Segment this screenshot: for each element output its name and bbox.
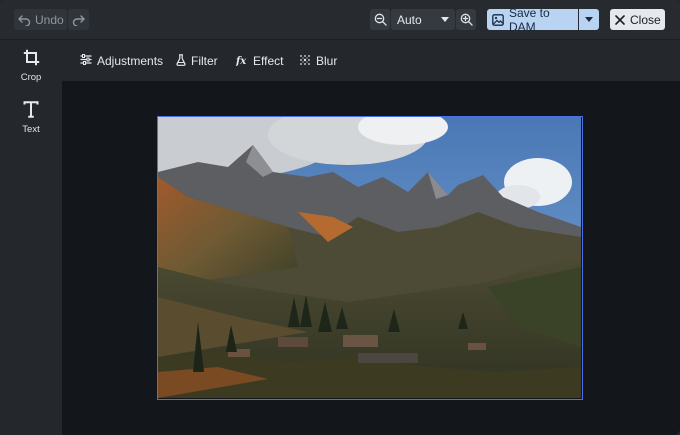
sliders-icon — [80, 54, 92, 68]
zoom-in-icon — [460, 13, 473, 26]
redo-button[interactable] — [68, 9, 89, 30]
fx-icon: fx — [235, 54, 248, 69]
top-toolbar: Undo Auto Save to DAM Close — [0, 0, 680, 40]
save-label: Save to DAM — [509, 5, 550, 34]
tool-crop[interactable]: Crop — [0, 49, 62, 91]
close-icon — [615, 14, 625, 25]
zoom-level-value: Auto — [397, 12, 422, 27]
undo-button[interactable]: Undo — [14, 9, 67, 30]
tab-blur[interactable]: Blur — [299, 53, 337, 69]
close-label: Close — [630, 12, 661, 27]
tab-filter-label: Filter — [191, 54, 218, 68]
adjustment-toolbar: Adjustments Filter fx Effect Blur — [62, 41, 680, 81]
text-icon — [23, 101, 39, 121]
blur-grid-icon — [299, 54, 311, 69]
svg-text:fx: fx — [236, 56, 247, 66]
save-to-dam-button[interactable]: Save to DAM — [487, 6, 578, 34]
tool-text[interactable]: Text — [0, 101, 62, 143]
save-options-dropdown[interactable] — [579, 9, 599, 30]
undo-icon — [18, 14, 31, 26]
redo-icon — [72, 14, 85, 26]
tab-adjustments-label: Adjustments — [97, 54, 164, 68]
tab-filter[interactable]: Filter — [176, 53, 218, 69]
tool-text-label: Text — [22, 124, 40, 135]
tab-effect[interactable]: fx Effect — [235, 53, 284, 69]
image-save-icon — [492, 13, 504, 26]
tool-rail: Crop Text — [0, 41, 62, 435]
close-button[interactable]: Close — [610, 9, 665, 30]
tab-effect-label: Effect — [253, 54, 284, 68]
editor-canvas[interactable] — [62, 81, 680, 435]
zoom-out-icon — [374, 13, 387, 26]
tool-crop-label: Crop — [20, 72, 42, 83]
chevron-down-icon — [441, 17, 449, 22]
crop-icon — [23, 49, 40, 69]
flask-icon — [176, 53, 186, 69]
zoom-out-button[interactable] — [370, 9, 390, 30]
undo-label: Undo — [35, 12, 64, 27]
zoom-in-button[interactable] — [456, 9, 476, 30]
landscape-image — [158, 117, 581, 398]
image-editor: Undo Auto Save to DAM Close Crop Text Ad… — [0, 0, 680, 435]
zoom-level-select[interactable]: Auto — [391, 9, 455, 30]
mountain-photo[interactable] — [157, 116, 583, 400]
tab-adjustments[interactable]: Adjustments — [80, 53, 163, 69]
chevron-down-icon — [585, 17, 593, 22]
tab-blur-label: Blur — [316, 54, 338, 68]
